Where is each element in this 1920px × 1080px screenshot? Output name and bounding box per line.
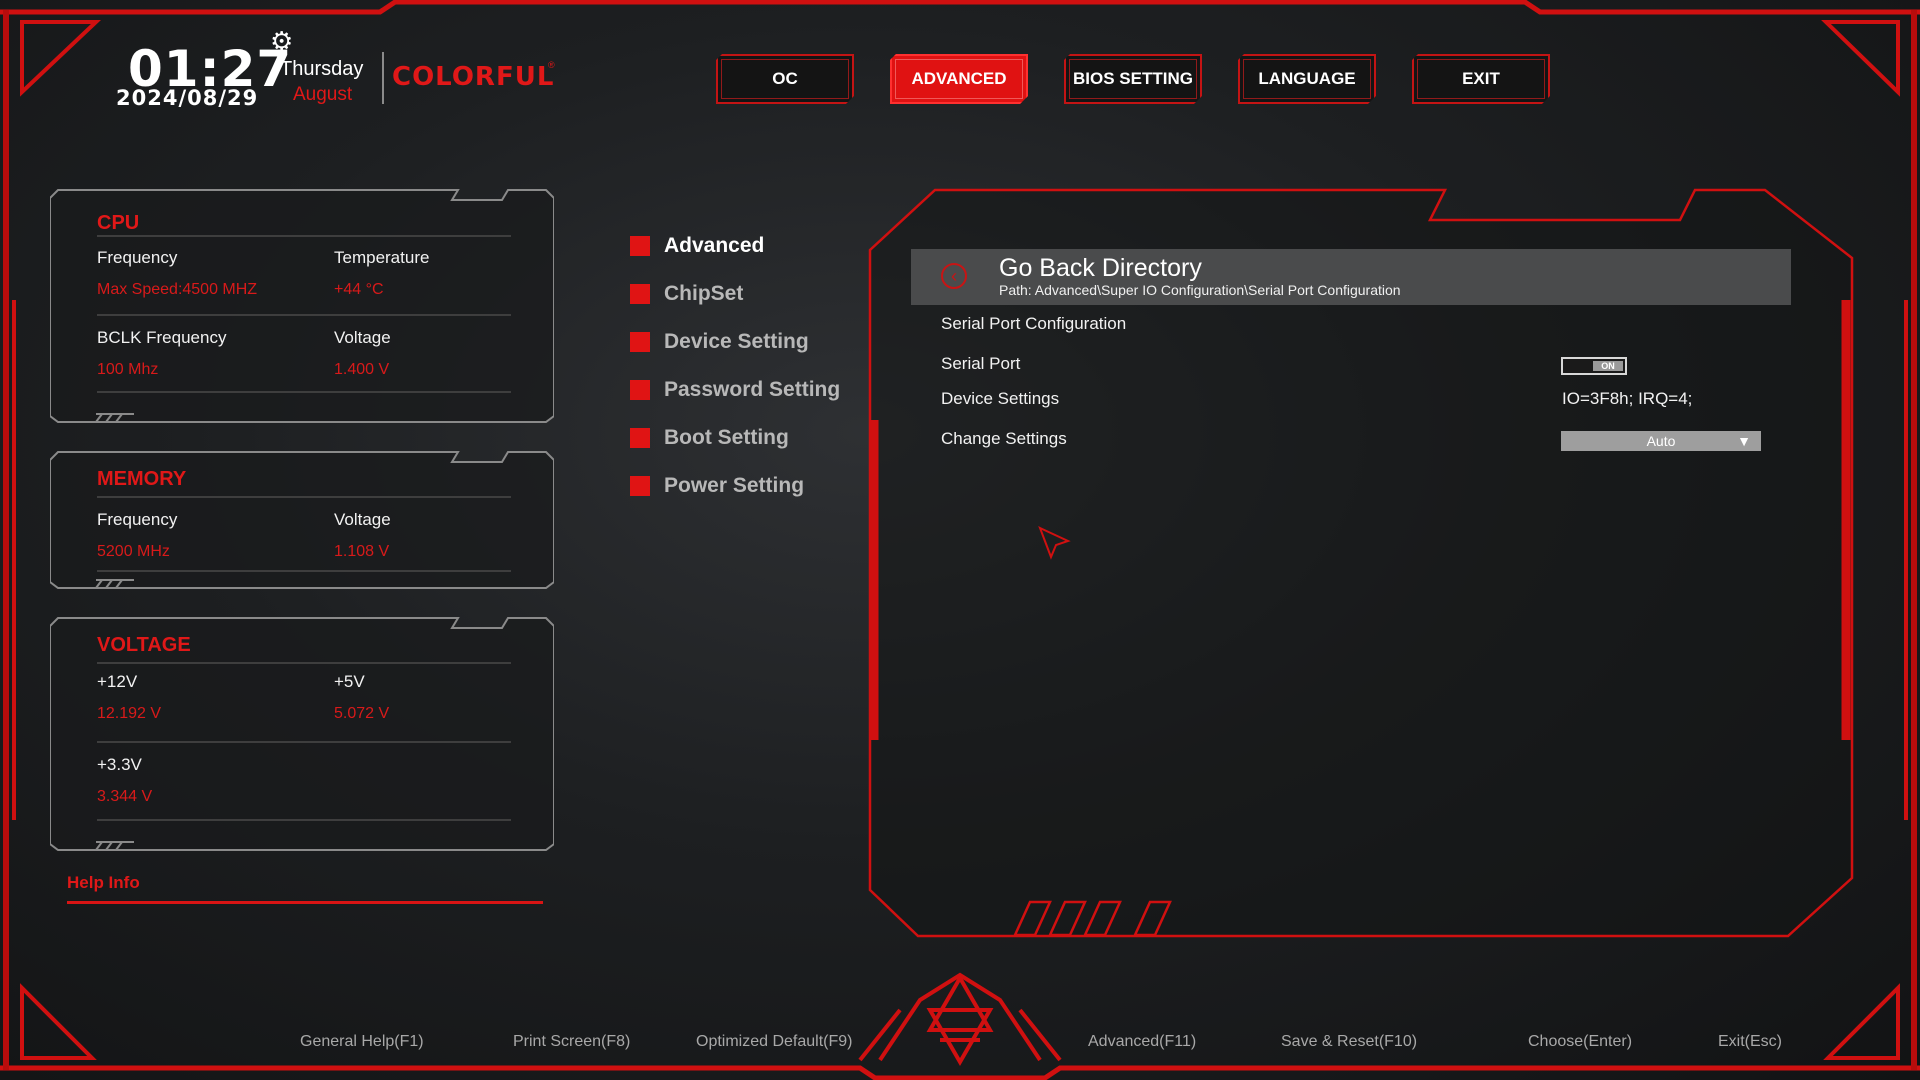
cpu-voltage-value: 1.400 V	[334, 361, 390, 378]
bullet-square-icon	[630, 236, 650, 256]
memory-frequency-value: 5200 MHz	[97, 543, 170, 560]
bullet-square-icon	[630, 332, 650, 352]
memory-voltage-value: 1.108 V	[334, 543, 390, 560]
submenu-device-setting[interactable]: Device Setting	[630, 330, 809, 354]
back-arrow-icon: ‹	[941, 263, 967, 289]
dropdown-arrow-icon: ▼	[1737, 433, 1751, 449]
device-settings-label: Device Settings	[941, 389, 1060, 408]
submenu-chipset[interactable]: ChipSet	[630, 282, 743, 306]
toggle-state: ON	[1593, 361, 1623, 371]
clock-weekday: Thursday	[280, 58, 364, 80]
submenu-label: Boot Setting	[664, 426, 789, 449]
memory-voltage-label: Voltage	[334, 510, 391, 529]
memory-frequency-label: Frequency	[97, 510, 178, 529]
cursor-icon	[1038, 526, 1071, 560]
cpu-title: CPU	[97, 212, 140, 234]
brand-logo: COLORFUL	[392, 62, 555, 92]
divider	[97, 314, 511, 316]
bclk-frequency-label: BCLK Frequency	[97, 328, 227, 347]
select-value: Auto	[1646, 433, 1676, 449]
clock-date: 2024/08/29	[116, 86, 259, 110]
change-settings-select[interactable]: Auto ▼	[1561, 431, 1761, 451]
submenu-label: Power Setting	[664, 474, 805, 497]
footer-choose[interactable]: Choose(Enter)	[1528, 1033, 1632, 1051]
bullet-square-icon	[630, 380, 650, 400]
divider	[97, 741, 511, 743]
divider	[97, 391, 511, 393]
divider	[97, 819, 511, 821]
clock-month: August	[293, 84, 353, 105]
help-info-underline	[67, 901, 543, 904]
nav-language[interactable]: LANGUAGE	[1238, 54, 1376, 104]
cpu-panel: CPU Frequency Max Speed:4500 MHZ Tempera…	[50, 188, 554, 424]
v5-value: 5.072 V	[334, 705, 390, 722]
voltage-title: VOLTAGE	[97, 634, 191, 656]
v33-value: 3.344 V	[97, 788, 153, 805]
divider	[97, 496, 511, 498]
serial-port-toggle[interactable]: ON	[1561, 357, 1627, 375]
serial-port-label: Serial Port	[941, 354, 1021, 373]
footer-optimized-default[interactable]: Optimized Default(F9)	[696, 1033, 853, 1051]
v33-label: +3.3V	[97, 755, 142, 774]
brand-registered-mark: ®	[548, 60, 555, 70]
gear-icon[interactable]: ⚙	[270, 28, 293, 54]
cpu-temperature-label: Temperature	[334, 248, 430, 267]
cpu-voltage-label: Voltage	[334, 328, 391, 347]
submenu-label: Advanced	[664, 234, 765, 257]
submenu-label: ChipSet	[664, 282, 744, 305]
bullet-square-icon	[630, 284, 650, 304]
v5-label: +5V	[334, 672, 365, 691]
v12-value: 12.192 V	[97, 705, 162, 722]
submenu-password-setting[interactable]: Password Setting	[630, 378, 840, 402]
cpu-frequency-value: Max Speed:4500 MHZ	[97, 281, 258, 298]
colorful-emblem	[858, 972, 1062, 1067]
divider	[97, 662, 511, 664]
footer-exit[interactable]: Exit(Esc)	[1718, 1033, 1782, 1051]
submenu-advanced[interactable]: Advanced	[630, 234, 764, 258]
bclk-frequency-value: 100 Mhz	[97, 361, 159, 378]
device-settings-value: IO=3F8h; IRQ=4;	[1562, 389, 1693, 408]
memory-title: MEMORY	[97, 468, 187, 490]
section-title: Serial Port Configuration	[941, 314, 1127, 333]
nav-oc[interactable]: OC	[716, 54, 854, 104]
submenu-label: Device Setting	[664, 330, 809, 353]
bullet-square-icon	[630, 476, 650, 496]
submenu-power-setting[interactable]: Power Setting	[630, 474, 804, 498]
footer-general-help[interactable]: General Help(F1)	[300, 1033, 424, 1051]
go-back-title: Go Back Directory	[999, 254, 1202, 282]
footer-save-reset[interactable]: Save & Reset(F10)	[1281, 1033, 1417, 1051]
cpu-frequency-label: Frequency	[97, 248, 178, 267]
bullet-square-icon	[630, 428, 650, 448]
cpu-temperature-value: +44 °C	[334, 281, 384, 298]
breadcrumb-path: Path: Advanced\Super IO Configuration\Se…	[999, 282, 1401, 298]
submenu-label: Password Setting	[664, 378, 841, 401]
footer-print-screen[interactable]: Print Screen(F8)	[513, 1033, 630, 1051]
nav-exit[interactable]: EXIT	[1412, 54, 1550, 104]
voltage-panel: VOLTAGE +12V 12.192 V +5V 5.072 V +3.3V …	[50, 616, 554, 852]
change-settings-label: Change Settings	[941, 429, 1067, 448]
divider	[97, 235, 511, 237]
go-back-directory-button[interactable]: ‹ Go Back Directory Path: Advanced\Super…	[911, 249, 1791, 305]
nav-bios-setting[interactable]: BIOS SETTING	[1064, 54, 1202, 104]
help-info-title: Help Info	[67, 873, 140, 892]
nav-advanced[interactable]: ADVANCED	[890, 54, 1028, 104]
submenu-boot-setting[interactable]: Boot Setting	[630, 426, 789, 450]
footer-advanced[interactable]: Advanced(F11)	[1088, 1033, 1196, 1051]
divider	[97, 570, 511, 572]
memory-panel: MEMORY Frequency 5200 MHz Voltage 1.108 …	[50, 450, 554, 590]
brand-divider	[382, 52, 384, 104]
v12-label: +12V	[97, 672, 138, 691]
